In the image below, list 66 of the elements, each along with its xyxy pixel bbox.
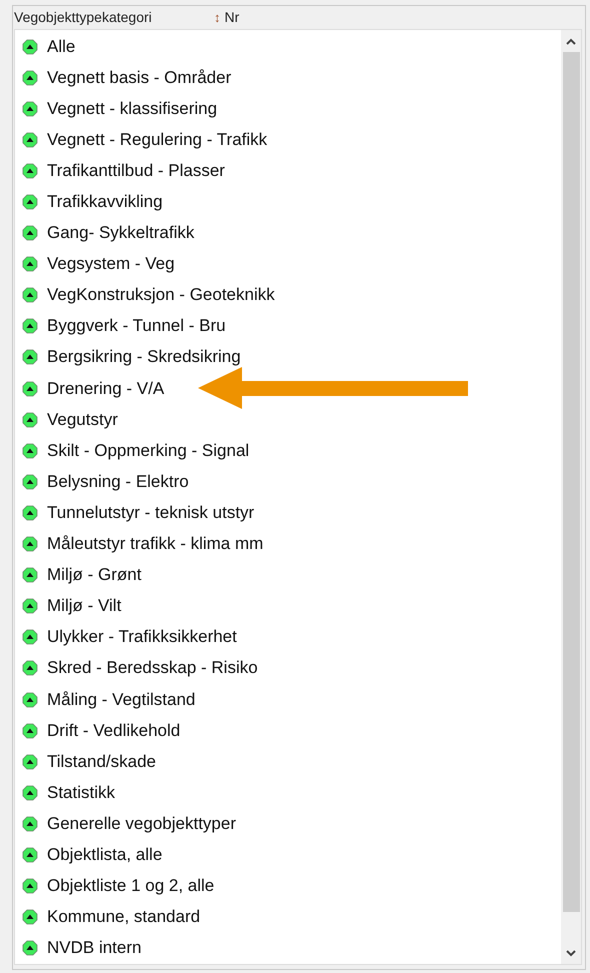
status-icon (22, 567, 38, 584)
category-item[interactable]: Måleutstyr trafikk - klima mm (47, 534, 264, 554)
category-item[interactable]: Miljø - Grønt (47, 565, 142, 586)
category-item[interactable]: Drenering - V/A (47, 378, 164, 399)
status-icon (22, 909, 38, 926)
category-item[interactable]: Byggverk - Tunnel - Bru (47, 316, 226, 336)
status-icon (22, 474, 38, 490)
status-icon (22, 442, 38, 459)
status-icon (22, 504, 38, 521)
category-item[interactable]: Vegsystem - Veg (47, 254, 175, 274)
scroll-down-icon[interactable] (566, 950, 576, 956)
status-icon (22, 784, 38, 801)
status-icon (22, 692, 38, 708)
category-item[interactable]: Vegutstyr (47, 410, 118, 430)
status-icon (22, 846, 38, 863)
status-icon (22, 722, 38, 739)
category-item[interactable]: Kommune, standard (47, 907, 200, 928)
category-item[interactable]: Vegnett - klassifisering (47, 98, 218, 119)
column-header[interactable]: Vegobjekttypekategori (14, 9, 214, 25)
category-item[interactable]: VegKonstruksjon - Geoteknikk (47, 285, 275, 306)
sort-icon: ↕ (214, 10, 220, 24)
status-icon (22, 412, 38, 428)
category-item[interactable]: Objektliste 1 og 2, alle (47, 876, 214, 896)
category-item[interactable]: Alle (47, 36, 76, 57)
status-icon (22, 660, 38, 676)
category-item[interactable]: Skilt - Oppmerking - Signal (47, 440, 250, 461)
status-icon (22, 70, 38, 86)
status-icon (22, 878, 38, 894)
status-icon (22, 256, 38, 272)
status-icon (22, 754, 38, 770)
category-item[interactable]: Belysning - Elektro (47, 472, 189, 492)
category-item[interactable]: Gang- Sykkeltrafikk (47, 223, 194, 244)
category-item[interactable]: Generelle vegobjekttyper (47, 814, 236, 834)
status-icon (22, 629, 38, 646)
category-item[interactable]: Trafikkavvikling (47, 192, 163, 212)
status-icon (22, 940, 38, 956)
status-icon (22, 816, 38, 832)
category-item[interactable]: Trafikanttilbud - Plasser (47, 160, 225, 181)
status-icon (22, 194, 38, 210)
status-icon (22, 100, 38, 117)
status-icon (22, 38, 38, 55)
category-item[interactable]: Miljø - Vilt (47, 596, 122, 616)
status-icon (22, 536, 38, 552)
status-icon (22, 349, 38, 366)
status-icon (22, 132, 38, 148)
column-header[interactable]: Nr (224, 9, 240, 25)
scrollbar[interactable] (561, 30, 581, 964)
category-item[interactable]: Tunnelutstyr - teknisk utstyr (47, 502, 254, 523)
category-item[interactable]: Vegnett basis - Områder (47, 68, 232, 88)
category-item[interactable]: Statistikk (47, 782, 116, 803)
scroll-up-icon[interactable] (566, 38, 576, 44)
category-item[interactable]: Tilstand/skade (47, 752, 156, 772)
category-item[interactable]: Objektlista, alle (47, 844, 162, 865)
status-icon (22, 225, 38, 242)
status-icon (22, 318, 38, 334)
category-item[interactable]: Skred - Beredsskap - Risiko (47, 658, 258, 678)
category-item[interactable]: NVDB intern (47, 938, 142, 958)
category-item[interactable]: Drift - Vedlikehold (47, 720, 180, 741)
status-icon (22, 380, 38, 397)
category-item[interactable]: Vegnett - Regulering - Trafikk (47, 130, 268, 150)
status-icon (22, 162, 38, 179)
category-item[interactable]: Ulykker - Trafikksikkerhet (47, 627, 237, 648)
status-icon (22, 598, 38, 614)
category-item[interactable]: Bergsikring - Skredsikring (47, 347, 241, 368)
status-icon (22, 287, 38, 304)
category-item[interactable]: Måling - Vegtilstand (47, 690, 196, 710)
